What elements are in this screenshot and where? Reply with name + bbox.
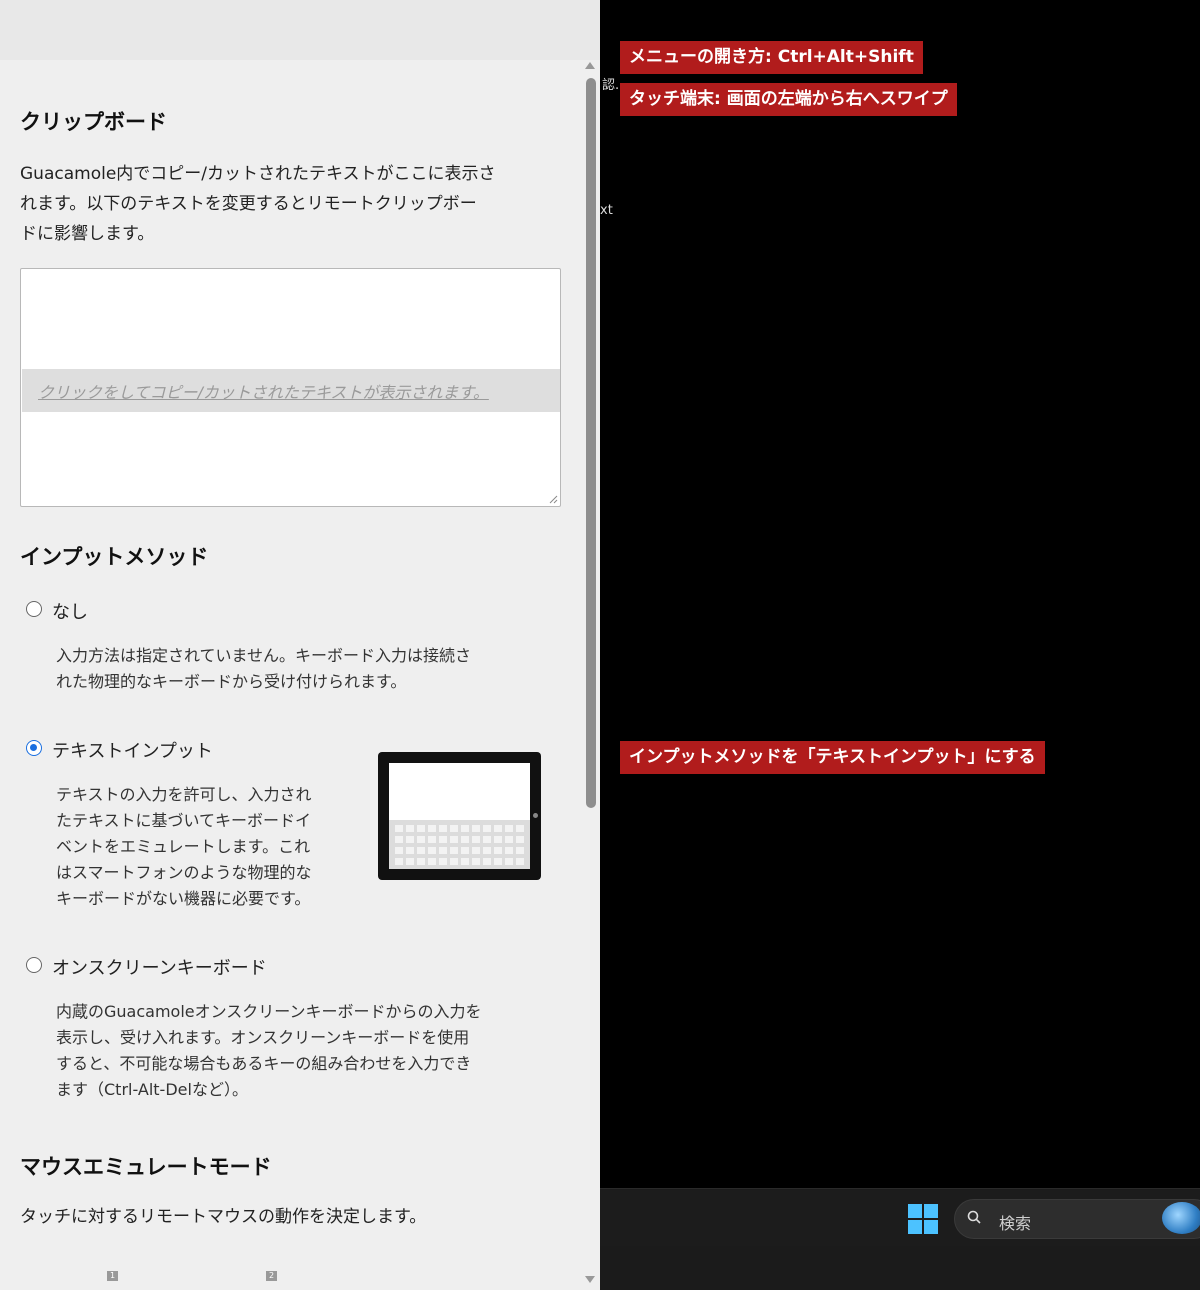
guacamole-menu-panel: クリップボード Guacamole内でコピー/カットされたテキストがここに表示さ… (0, 0, 600, 1290)
radio-text-input-label[interactable]: テキストインプット (52, 737, 213, 763)
clipboard-description-line-3: ドに影響します。 (20, 224, 155, 244)
remote-bottom-strip (600, 1246, 1200, 1290)
scroll-up-arrow-icon[interactable] (585, 62, 595, 69)
radio-text-input-description-line-1: テキストの入力を許可し、入力され (56, 785, 312, 804)
tablet-key (439, 858, 447, 865)
tablet-key (395, 858, 403, 865)
menu-scrollbar-thumb[interactable] (586, 78, 596, 808)
radio-text-input-description-line-4: はスマートフォンのような物理的な (56, 863, 312, 882)
radio-onscreen-keyboard-description-line-2: 表示し、受け入れます。オンスクリーンキーボードを使用 (56, 1028, 470, 1047)
tablet-key (395, 836, 403, 843)
input-method-section-title: インプットメソッド (20, 545, 209, 569)
tablet-key (483, 858, 491, 865)
tablet-key (494, 847, 502, 854)
tablet-key (428, 858, 436, 865)
tablet-key (472, 858, 480, 865)
tablet-key (450, 847, 458, 854)
tablet-key (406, 836, 414, 843)
tablet-key (505, 858, 513, 865)
tablet-key (450, 836, 458, 843)
scroll-down-arrow-icon[interactable] (585, 1276, 595, 1283)
tablet-keyboard (389, 820, 530, 869)
radio-none-description-line-1: 入力方法は指定されていません。キーボード入力は接続さ (56, 646, 472, 665)
tablet-key (428, 836, 436, 843)
tablet-key (417, 836, 425, 843)
clipboard-description-line-1: Guacamole内でコピー/カットされたテキストがここに表示さ (20, 164, 496, 184)
tablet-key (461, 847, 469, 854)
clipboard-description-line-2: れます。以下のテキストを変更するとリモートクリップボー (20, 194, 477, 214)
callout-input-method: インプットメソッドを「テキストインプット」にする (620, 741, 1045, 774)
menu-header-bar (0, 0, 600, 60)
tablet-key (406, 847, 414, 854)
radio-onscreen-keyboard-description-line-3: すると、不可能な場合もあるキーの組み合わせを入力でき (56, 1054, 472, 1073)
radio-text-input-description-line-3: ベントをエミュレートします。これ (56, 837, 311, 856)
radio-onscreen-keyboard-description-line-1: 内蔵のGuacamoleオンスクリーンキーボードからの入力を (56, 1002, 482, 1021)
clipboard-hint-bar[interactable]: クリックをしてコピー/カットされたテキストが表示されます。 (22, 369, 560, 412)
tablet-key (494, 836, 502, 843)
radio-onscreen-keyboard-label[interactable]: オンスクリーンキーボード (52, 954, 267, 980)
windows-taskbar: 検索 (600, 1188, 1200, 1246)
tablet-key (417, 825, 425, 832)
tablet-key (505, 825, 513, 832)
tablet-key (472, 836, 480, 843)
radio-text-input[interactable] (26, 740, 42, 756)
tablet-key (395, 847, 403, 854)
clipboard-section-title: クリップボード (20, 110, 167, 134)
tablet-key (472, 847, 480, 854)
tablet-key (516, 825, 524, 832)
radio-onscreen-keyboard-description-line-4: ます（Ctrl-Alt-Delなど）。 (56, 1080, 248, 1099)
tablet-key (472, 825, 480, 832)
tablet-home-button (533, 813, 538, 818)
tablet-screen (389, 763, 530, 869)
mouse-emulation-section-title: マウスエミュレートモード (20, 1155, 272, 1179)
radio-none-description-line-2: れた物理的なキーボードから受け付けられます。 (56, 672, 407, 691)
tablet-key (483, 836, 491, 843)
tablet-key (494, 825, 502, 832)
tablet-key (428, 847, 436, 854)
tablet-key (505, 847, 513, 854)
windows-start-icon[interactable] (908, 1204, 938, 1234)
tablet-key (516, 858, 524, 865)
mouse-emulation-description: タッチに対するリモートマウスの動作を決定します。 (20, 1207, 427, 1227)
clipboard-textarea[interactable]: クリックをしてコピー/カットされたテキストが表示されます。 (20, 268, 561, 507)
tablet-key (417, 858, 425, 865)
callout-touch-gesture: タッチ端末: 画面の左端から右へスワイプ (620, 83, 957, 116)
mouse-mode-1-icon[interactable]: 1 (107, 1271, 118, 1281)
tablet-key (516, 836, 524, 843)
tablet-key (461, 858, 469, 865)
tablet-key (483, 825, 491, 832)
search-icon (967, 1210, 981, 1224)
tablet-key (461, 836, 469, 843)
clipboard-hint-text: クリックをしてコピー/カットされたテキストが表示されます。 (38, 383, 489, 402)
remote-desktop-view[interactable]: 認. xt メニューの開き方: Ctrl+Alt+Shift タッチ端末: 画面… (600, 0, 1200, 1290)
tablet-key (516, 847, 524, 854)
radio-none-label[interactable]: なし (52, 598, 88, 624)
callout-menu-shortcut: メニューの開き方: Ctrl+Alt+Shift (620, 41, 923, 74)
widget-globe-icon[interactable] (1162, 1202, 1200, 1234)
remote-partial-text-1: 認. (602, 78, 620, 93)
radio-text-input-description-line-5: キーボードがない機器に必要です。 (56, 889, 311, 908)
resize-grip-icon[interactable] (548, 494, 558, 504)
taskbar-search-placeholder: 検索 (999, 1214, 1032, 1233)
tablet-key (406, 858, 414, 865)
tablet-keyboard-illustration (378, 752, 541, 880)
tablet-key (439, 825, 447, 832)
tablet-key (483, 847, 491, 854)
tablet-key (428, 825, 436, 832)
tablet-key (417, 847, 425, 854)
tablet-key (450, 825, 458, 832)
tablet-key (450, 858, 458, 865)
remote-partial-text-2: xt (600, 203, 613, 218)
tablet-key (461, 825, 469, 832)
radio-onscreen-keyboard[interactable] (26, 957, 42, 973)
tablet-key (505, 836, 513, 843)
tablet-key (494, 858, 502, 865)
tablet-key (439, 836, 447, 843)
tablet-key (395, 825, 403, 832)
radio-text-input-description-line-2: たテキストに基づいてキーボードイ (56, 811, 312, 830)
mouse-mode-2-icon[interactable]: 2 (266, 1271, 277, 1281)
tablet-key (439, 847, 447, 854)
radio-none[interactable] (26, 601, 42, 617)
tablet-key (406, 825, 414, 832)
